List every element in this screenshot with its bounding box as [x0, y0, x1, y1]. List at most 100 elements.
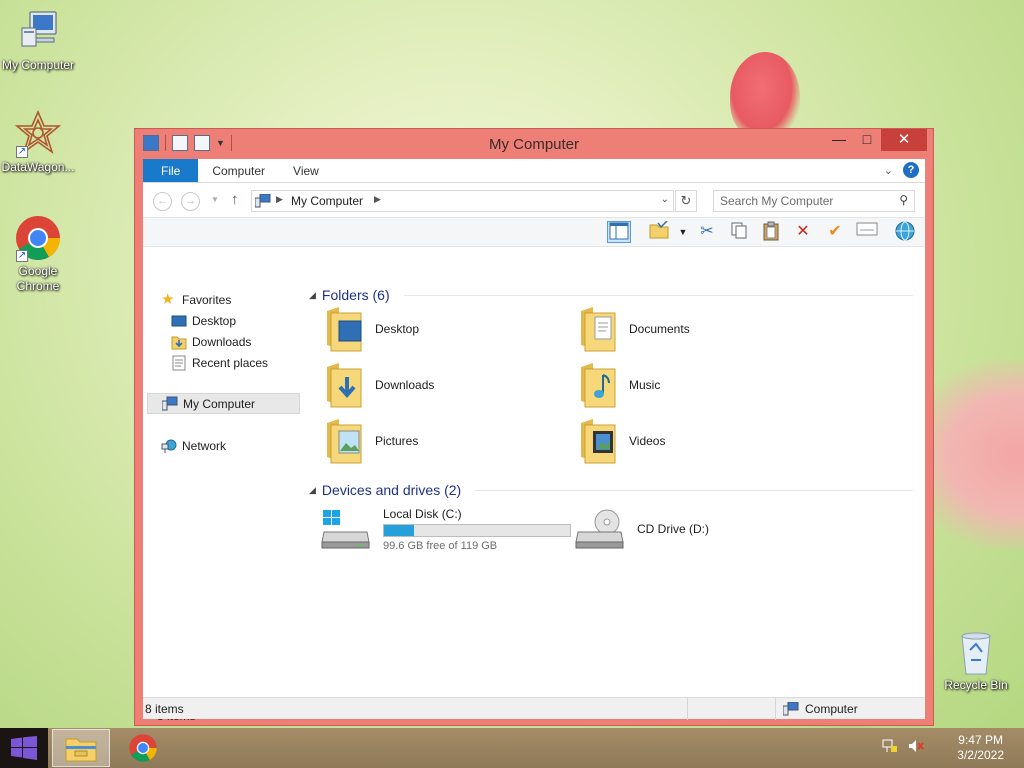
nav-label: Recent places — [192, 355, 269, 370]
group-header-devices[interactable]: ◢ Devices and drives (2) — [309, 482, 913, 498]
collapse-arrow-icon[interactable]: ◢ — [309, 290, 316, 301]
network-tray-icon[interactable] — [882, 738, 898, 757]
help-icon[interactable]: ? — [903, 162, 919, 178]
desktop-icon-label: My Computer — [1, 58, 75, 72]
search-icon[interactable]: ⚲ — [899, 193, 908, 207]
address-row: ← → ▼ ↑ ▶ My Computer ▶ ⌄ ↻ ⚲ — [143, 183, 925, 217]
disk-usage-fill — [384, 524, 415, 536]
recycle-bin-icon — [956, 630, 996, 676]
folder-tile-downloads[interactable]: Downloads — [325, 359, 555, 411]
folder-tile-desktop[interactable]: Desktop — [325, 303, 555, 355]
desktop-icon — [171, 313, 187, 329]
email-icon[interactable] — [855, 221, 879, 243]
window-title: My Computer — [488, 136, 580, 153]
group-title: Folders (6) — [321, 287, 390, 303]
recent-locations-dropdown[interactable]: ▼ — [211, 195, 219, 204]
shortcut-arrow-icon: ↗ — [16, 146, 28, 158]
folder-tile-pictures[interactable]: Pictures — [325, 415, 555, 467]
title-bar[interactable]: ▼ My Computer — □ ✕ — [135, 129, 933, 159]
maximize-button[interactable]: □ — [853, 129, 881, 151]
expand-ribbon-icon[interactable]: ⌄ — [884, 164, 893, 177]
delete-icon[interactable]: ✕ — [791, 221, 815, 243]
nav-label: Favorites — [182, 292, 232, 307]
nav-my-computer[interactable]: My Computer — [147, 393, 300, 414]
file-explorer-icon — [65, 738, 97, 762]
drive-info: Local Disk (C:) 99.6 GB free of 119 GB — [383, 507, 571, 552]
address-bar[interactable]: ▶ My Computer ▶ ⌄ — [251, 190, 674, 212]
folder-options-dropdown-icon[interactable]: ▼ — [671, 221, 695, 243]
tab-view[interactable]: View — [279, 159, 333, 182]
window-body: File Computer View ⌄ ? ← → ▼ ↑ ▶ My Comp… — [143, 159, 925, 723]
desktop-icon-label: Recycle Bin — [944, 678, 1008, 692]
drive-tile-c[interactable]: Local Disk (C:) 99.6 GB free of 119 GB — [321, 503, 581, 555]
tab-file[interactable]: File — [143, 159, 199, 182]
nav-network[interactable]: Network — [161, 435, 226, 456]
refresh-button[interactable]: ↻ — [675, 190, 697, 212]
properties-folder-button[interactable] — [647, 220, 671, 243]
group-header-folders[interactable]: ◢ Folders (6) — [309, 287, 913, 303]
window-controls: — □ ✕ — [825, 129, 927, 151]
cd-drive-icon — [575, 508, 625, 550]
nav-recent-places[interactable]: Recent places — [171, 352, 268, 373]
taskbar-chrome[interactable] — [120, 729, 166, 767]
tile-label: Desktop — [375, 322, 420, 336]
nav-label: Downloads — [192, 334, 252, 349]
network-icon — [161, 438, 177, 454]
drive-label: CD Drive (D:) — [637, 522, 709, 536]
star-icon: ★ — [161, 290, 175, 308]
minimize-button[interactable]: — — [825, 129, 853, 151]
folder-tile-documents[interactable]: Documents — [579, 303, 809, 355]
desktop-icon-label: DataWagon... — [1, 160, 75, 174]
paste-icon[interactable] — [759, 221, 783, 243]
cut-icon[interactable]: ✂ — [695, 221, 719, 243]
divider — [475, 489, 913, 491]
nav-downloads[interactable]: Downloads — [171, 331, 251, 352]
up-button[interactable]: ↑ — [231, 191, 239, 208]
volume-muted-icon[interactable] — [908, 738, 924, 757]
close-button[interactable]: ✕ — [881, 129, 927, 151]
tile-label: Pictures — [375, 434, 419, 448]
recent-places-icon — [171, 355, 187, 371]
nav-desktop[interactable]: Desktop — [171, 310, 236, 331]
tile-label: Downloads — [375, 378, 435, 392]
tile-label: Music — [629, 378, 661, 392]
search-input[interactable] — [714, 191, 889, 211]
desktop-icon-label: Google Chrome — [16, 264, 60, 293]
rename-check-icon[interactable]: ✔ — [823, 221, 847, 243]
path-separator-icon[interactable]: ▶ — [374, 194, 381, 205]
drive-tile-d[interactable]: CD Drive (D:) — [575, 503, 805, 555]
folder-tile-videos[interactable]: Videos — [579, 415, 809, 467]
desktop-icon-recycle-bin[interactable]: Recycle Bin — [938, 630, 1014, 693]
taskbar-file-explorer[interactable] — [52, 729, 110, 767]
desktop-icon-my-computer[interactable]: My Computer — [0, 8, 76, 73]
explorer-window: ▼ My Computer — □ ✕ File Computer View ⌄… — [134, 128, 934, 726]
shortcut-arrow-icon: ↗ — [16, 250, 28, 262]
address-dropdown-icon[interactable]: ⌄ — [661, 194, 669, 205]
network-globe-icon[interactable] — [893, 221, 917, 243]
status-zone-label: Computer — [805, 702, 858, 716]
desktop-icon-datawagon[interactable]: ↗ DataWagon... — [0, 109, 76, 175]
tab-computer[interactable]: Computer — [198, 159, 279, 182]
forward-button[interactable]: → — [181, 192, 200, 211]
path-separator-icon[interactable]: ▶ — [276, 194, 283, 205]
clock-date: 3/2/2022 — [957, 748, 1004, 762]
folder-tile-music[interactable]: Music — [579, 359, 809, 411]
nav-label: My Computer — [183, 396, 256, 411]
documents-folder-icon — [579, 305, 617, 353]
downloads-folder-icon — [325, 361, 363, 409]
collapse-arrow-icon[interactable]: ◢ — [309, 485, 316, 496]
start-button[interactable] — [0, 728, 48, 768]
nav-favorites[interactable]: ★ Favorites — [161, 289, 231, 310]
computer-icon — [161, 396, 178, 412]
tile-label: Documents — [629, 322, 690, 336]
copy-icon[interactable] — [727, 221, 751, 243]
divider — [775, 698, 776, 720]
desktop-icon-chrome[interactable]: ↗ Google Chrome — [0, 214, 76, 294]
divider — [403, 294, 913, 296]
address-path[interactable]: My Computer — [291, 194, 363, 208]
clock-time: 9:47 PM — [958, 733, 1003, 747]
clock[interactable]: 9:47 PM 3/2/2022 — [957, 733, 1004, 763]
back-button[interactable]: ← — [153, 192, 172, 211]
content-pane: ◢ Folders (6) Desktop Documents Download… — [309, 279, 921, 689]
preview-pane-button[interactable] — [607, 221, 631, 243]
